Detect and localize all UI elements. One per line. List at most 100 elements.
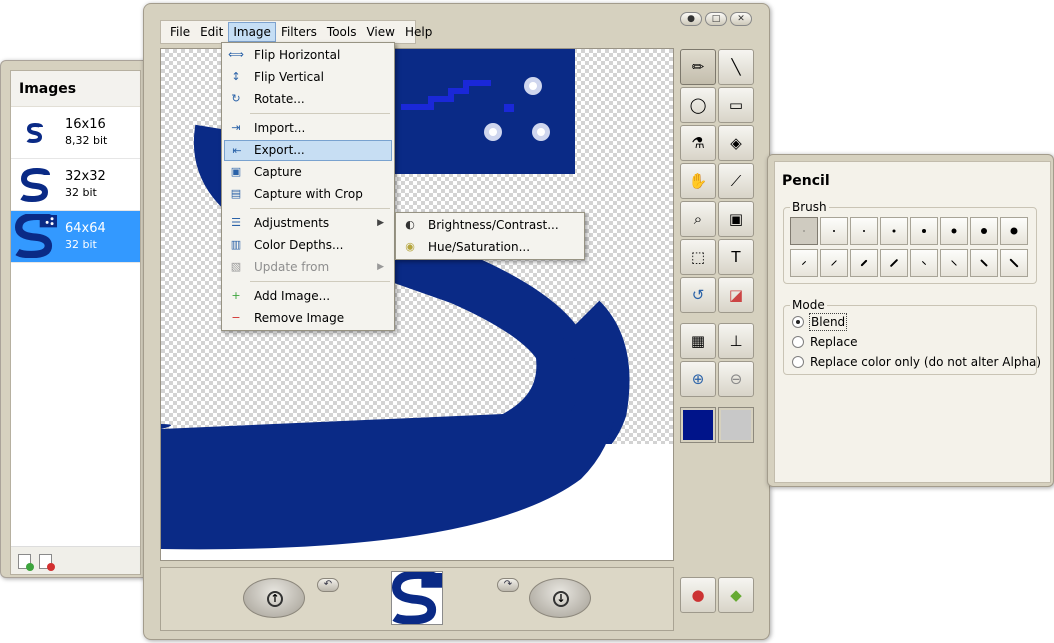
brush-line-4[interactable]: [880, 249, 908, 277]
undo-small-icon[interactable]: ↶: [317, 578, 339, 592]
image-list-item-64[interactable]: 64x64 32 bit: [11, 211, 140, 263]
menu-view[interactable]: View: [361, 22, 399, 42]
pencil-panel-content: Pencil Brush Mode Blend Replace Replace …: [774, 161, 1051, 483]
menu-item-update-from: ▧ Update from ▶: [224, 257, 392, 278]
line-icon[interactable]: ╲: [718, 49, 754, 85]
remove-image-icon[interactable]: [39, 554, 55, 571]
brush-dot-2[interactable]: [820, 217, 848, 245]
brush-group-label: Brush: [790, 200, 829, 214]
magnifier-icon[interactable]: ⌕: [680, 201, 716, 237]
menu-item-add-image[interactable]: + Add Image...: [224, 286, 392, 307]
menu-help[interactable]: Help: [400, 22, 437, 42]
pencil-icon[interactable]: ✏: [680, 49, 716, 85]
secondary-color-swatch[interactable]: [718, 407, 754, 443]
import-circle-icon[interactable]: ↑: [243, 578, 305, 618]
menu-item-hue-saturation[interactable]: ◉ Hue/Saturation...: [398, 237, 582, 258]
brush-dot-8[interactable]: [1000, 217, 1028, 245]
menu-item-adjustments[interactable]: ☰ Adjustments ▶: [224, 213, 392, 234]
radio-button[interactable]: [792, 336, 804, 348]
brush-dot-5[interactable]: [910, 217, 938, 245]
select-rect-icon[interactable]: ⬚: [680, 239, 716, 275]
menu-edit[interactable]: Edit: [195, 22, 228, 42]
apple-icon[interactable]: ●: [680, 577, 716, 613]
color-depths-icon: ▥: [230, 238, 242, 251]
bottom-toolbar: ↑ ↶ ↷ ↓: [160, 567, 674, 631]
brush-line-1[interactable]: [790, 249, 818, 277]
export-circle-icon[interactable]: ↓: [529, 578, 591, 618]
zoom-out-icon[interactable]: ⊖: [718, 361, 754, 397]
brush-line-5[interactable]: [910, 249, 938, 277]
image-preview: [391, 570, 443, 625]
add-image-icon[interactable]: [18, 554, 34, 571]
text-icon[interactable]: T: [718, 239, 754, 275]
ruler-icon[interactable]: ⊥: [718, 323, 754, 359]
pencil-panel: Pencil Brush Mode Blend Replace Replace …: [767, 154, 1054, 487]
brush-dot-4[interactable]: [880, 217, 908, 245]
brush-line-2[interactable]: [820, 249, 848, 277]
radio-button[interactable]: [792, 356, 804, 368]
menu-item-brightness-contrast[interactable]: ◐ Brightness/Contrast...: [398, 215, 582, 236]
menu-item-capture[interactable]: ▣ Capture: [224, 162, 392, 183]
menu-image[interactable]: Image: [228, 22, 276, 42]
brush-dot-7[interactable]: [970, 217, 998, 245]
rotate-icon: ↻: [231, 92, 241, 105]
grid-icon[interactable]: ▦: [680, 323, 716, 359]
brush-line-3[interactable]: [850, 249, 878, 277]
brush-line-6[interactable]: [940, 249, 968, 277]
menu-item-export[interactable]: ⇤ Export...: [224, 140, 392, 161]
undo-icon[interactable]: ↺: [680, 277, 716, 313]
screenshot-icon[interactable]: ▣: [718, 201, 754, 237]
remove-image-icon: −: [231, 311, 241, 324]
menu-item-import[interactable]: ⇥ Import...: [224, 118, 392, 139]
fill-bucket-icon[interactable]: ◈: [718, 125, 754, 161]
export-icon: ⇤: [232, 144, 242, 157]
android-icon[interactable]: ◆: [718, 577, 754, 613]
image-thumbnail: [20, 168, 50, 202]
rounded-rect-icon[interactable]: ▭: [718, 87, 754, 123]
eraser-icon[interactable]: ◪: [718, 277, 754, 313]
menu-item-flip-vertical[interactable]: ↕ Flip Vertical: [224, 67, 392, 88]
mode-replace-color-only-radio[interactable]: Replace color only (do not alter Alpha): [792, 354, 1041, 372]
radio-button[interactable]: [792, 316, 804, 328]
brush-dot-6[interactable]: [940, 217, 968, 245]
brush-line-8[interactable]: [1000, 249, 1028, 277]
close-icon[interactable]: ✕: [730, 12, 752, 26]
brush-line-7[interactable]: [970, 249, 998, 277]
menu-item-capture-with-crop[interactable]: ▤ Capture with Crop: [224, 184, 392, 205]
ellipse-icon[interactable]: ◯: [680, 87, 716, 123]
primary-color-swatch[interactable]: [680, 407, 716, 443]
adjustments-icon: ☰: [231, 216, 241, 229]
brush-group: Brush: [783, 200, 1037, 284]
flip-horizontal-icon: ⟺: [228, 48, 244, 61]
menu-item-label: Remove Image: [254, 311, 345, 325]
brush-dot-1[interactable]: [790, 217, 818, 245]
mode-replace-radio[interactable]: Replace: [792, 334, 1022, 352]
radio-label: Replace color only (do not alter Alpha): [810, 355, 1042, 369]
menu-item-label: Add Image...: [254, 289, 331, 303]
menu-tools[interactable]: Tools: [322, 22, 362, 42]
image-thumbnail: [26, 122, 43, 144]
menu-filters[interactable]: Filters: [276, 22, 322, 42]
redo-small-icon[interactable]: ↷: [497, 578, 519, 592]
menu-item-rotate[interactable]: ↻ Rotate...: [224, 89, 392, 110]
spray-icon[interactable]: ⚗: [680, 125, 716, 161]
menu-separator: [250, 208, 390, 209]
image-menu-dropdown: ⟺ Flip Horizontal ↕ Flip Vertical ↻ Rota…: [221, 42, 395, 331]
eyedropper-icon[interactable]: ⟋: [718, 163, 754, 199]
image-list-item-16[interactable]: 16x16 8,32 bit: [11, 107, 140, 159]
menu-item-flip-horizontal[interactable]: ⟺ Flip Horizontal: [224, 45, 392, 66]
image-list-item-32[interactable]: 32x32 32 bit: [11, 159, 140, 211]
submenu-arrow-icon: ▶: [377, 262, 384, 272]
menu-item-remove-image[interactable]: − Remove Image: [224, 308, 392, 329]
menu-item-color-depths[interactable]: ▥ Color Depths...: [224, 235, 392, 256]
menu-separator: [250, 281, 390, 282]
menu-file[interactable]: File: [165, 22, 195, 42]
radio-label: Replace: [810, 335, 858, 349]
mode-blend-radio[interactable]: Blend: [792, 313, 1022, 332]
hand-icon[interactable]: ✋: [680, 163, 716, 199]
brush-dot-3[interactable]: [850, 217, 878, 245]
minimize-icon[interactable]: ●: [680, 12, 702, 26]
maximize-icon[interactable]: □: [705, 12, 727, 26]
menu-item-label: Flip Vertical: [254, 70, 324, 84]
zoom-in-icon[interactable]: ⊕: [680, 361, 716, 397]
